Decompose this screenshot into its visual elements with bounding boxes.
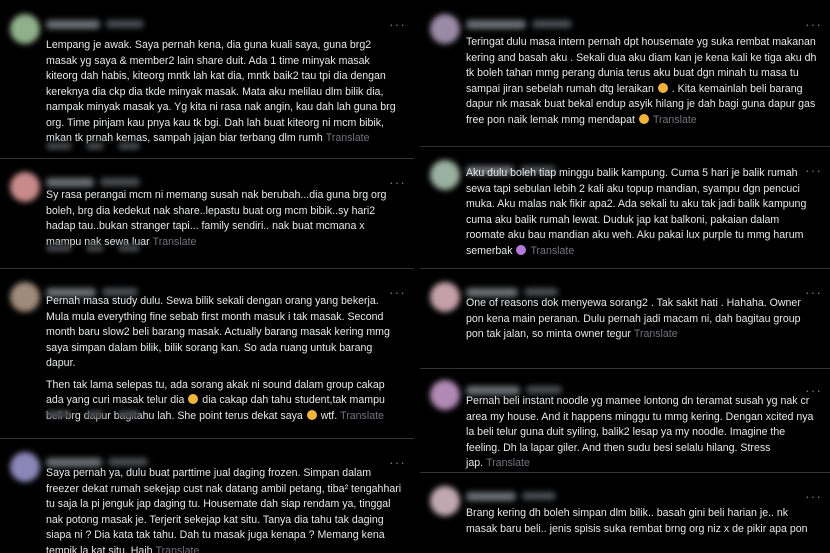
comment-actions — [46, 244, 140, 252]
emoji-icon — [657, 82, 668, 93]
username-blurred — [465, 492, 516, 501]
comment-text: Saya pernah ya, dulu buat parttime jual … — [46, 466, 402, 553]
emoji-icon — [188, 394, 199, 404]
divider — [419, 146, 830, 147]
emoji-icon — [306, 409, 317, 420]
avatar[interactable] — [429, 160, 460, 190]
timestamp-blurred — [525, 386, 562, 394]
more-options-icon[interactable]: ··· — [805, 488, 822, 504]
comment-card: ··· Lempang je awak. Saya pernah kena, d… — [0, 14, 414, 154]
avatar[interactable] — [10, 282, 40, 312]
timestamp-blurred — [100, 178, 140, 186]
translate-link[interactable]: Translate — [326, 132, 370, 144]
left-comment-column: ··· Lempang je awak. Saya pernah kena, d… — [0, 0, 414, 553]
comment-card: ··· Teringat dulu masa intern pernah dpt… — [420, 14, 830, 126]
share-action[interactable] — [118, 244, 140, 252]
timestamp-blurred — [106, 20, 144, 28]
divider — [419, 472, 830, 473]
translate-link[interactable]: Translate — [530, 245, 574, 257]
divider — [0, 268, 414, 269]
reply-action[interactable] — [86, 142, 104, 150]
avatar[interactable] — [10, 14, 40, 44]
reply-action[interactable] — [86, 410, 104, 418]
comment-card: ··· Brang kering dh boleh simpan dlm bil… — [420, 486, 830, 553]
translate-link[interactable]: Translate — [634, 328, 678, 340]
comment-text: Sy rasa perangai mcm ni memang susah nak… — [46, 189, 387, 248]
share-action[interactable] — [118, 410, 140, 418]
divider — [419, 368, 830, 369]
timestamp-blurred — [108, 458, 148, 466]
emoji-icon — [516, 244, 527, 255]
avatar[interactable] — [429, 380, 460, 410]
comment-text: Pernah beli instant noodle yg mamee lont… — [465, 395, 814, 469]
emoji-icon — [638, 113, 649, 124]
like-action[interactable] — [46, 410, 72, 418]
comment-text: Pernah masa study dulu. Sewa bilik sekal… — [46, 295, 390, 422]
avatar[interactable] — [429, 14, 460, 44]
translate-link[interactable]: Translate — [156, 545, 200, 553]
divider — [419, 268, 830, 269]
share-action[interactable] — [118, 142, 140, 150]
like-action[interactable] — [46, 142, 72, 150]
username-blurred — [465, 20, 526, 29]
more-options-icon[interactable]: ··· — [389, 16, 406, 32]
username-blurred — [46, 178, 94, 187]
comment-card: ··· Pernah beli instant noodle yg mamee … — [420, 380, 830, 470]
comment-text: Brang kering dh boleh simpan dlm bilik..… — [465, 507, 808, 535]
comment-text: Lempang je awak. Saya pernah kena, dia g… — [46, 39, 396, 144]
translate-link[interactable]: Translate — [340, 410, 384, 422]
comment-card: ··· Pernah masa study dulu. Sewa bilik s… — [0, 282, 414, 432]
comments-screenshot: ··· Lempang je awak. Saya pernah kena, d… — [0, 0, 830, 553]
comment-text: One of reasons dok menyewa sorang2 . Tak… — [465, 297, 801, 340]
more-options-icon[interactable]: ··· — [805, 16, 822, 32]
comment-card: ··· Saya pernah ya, dulu buat parttime j… — [0, 452, 414, 553]
divider — [0, 158, 414, 159]
comment-text: Teringat dulu masa intern pernah dpt hou… — [465, 36, 817, 126]
translate-link[interactable]: Translate — [486, 457, 530, 469]
translate-link[interactable]: Translate — [153, 236, 197, 248]
comment-actions — [46, 410, 140, 418]
right-comment-column: ··· Teringat dulu masa intern pernah dpt… — [419, 0, 830, 553]
translate-link[interactable]: Translate — [653, 114, 697, 126]
timestamp-blurred — [531, 20, 572, 28]
like-action[interactable] — [46, 244, 72, 252]
reply-action[interactable] — [86, 244, 104, 252]
comment-actions — [46, 142, 140, 150]
avatar[interactable] — [10, 452, 40, 482]
comment-text: Aku dulu boleh tiap minggu balik kampung… — [465, 167, 807, 257]
comment-card: ··· Sy rasa perangai mcm ni memang susah… — [0, 172, 414, 267]
username-blurred — [46, 20, 100, 29]
avatar[interactable] — [10, 172, 40, 202]
comment-card: ··· Aku dulu boleh tiap minggu balik kam… — [420, 160, 830, 260]
timestamp-blurred — [523, 288, 558, 296]
avatar[interactable] — [429, 486, 460, 516]
avatar[interactable] — [429, 282, 460, 312]
divider — [0, 438, 414, 439]
comment-card: ··· One of reasons dok menyewa sorang2 .… — [420, 282, 830, 362]
timestamp-blurred — [521, 492, 556, 500]
